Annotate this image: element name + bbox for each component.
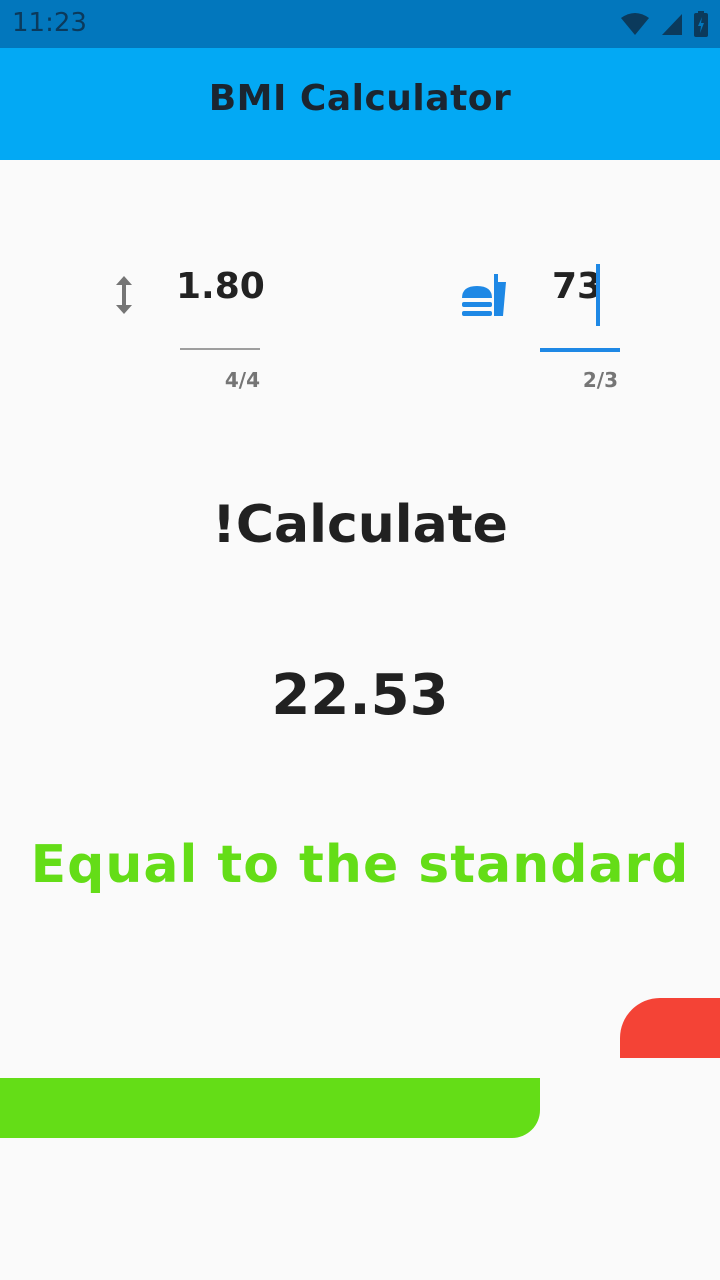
bmi-status-text: Equal to the standard [30, 835, 690, 895]
wifi-icon [621, 13, 649, 35]
signal-icon [662, 14, 682, 35]
status-bar: 11:23 [0, 0, 720, 48]
app-bar: BMI Calculator [0, 48, 720, 160]
bmi-result: 22.53 [271, 662, 449, 728]
height-char-counter: 4/4 [224, 368, 260, 392]
indicator-red-bar [620, 998, 720, 1058]
weight-input-underline [540, 348, 620, 352]
indicator-green-bar [0, 1078, 540, 1138]
app-title: BMI Calculator [208, 77, 512, 119]
status-icons [620, 10, 708, 38]
height-icon [116, 276, 132, 314]
weight-char-counter: 2/3 [582, 368, 618, 392]
fastfood-icon [462, 274, 506, 316]
status-time: 11:23 [12, 8, 87, 38]
text-cursor [596, 264, 600, 326]
calculate-button[interactable]: !Calculate [0, 480, 720, 570]
battery-charging-icon [694, 11, 708, 37]
height-input-underline [180, 348, 260, 350]
height-input[interactable]: 1.80 [176, 266, 265, 316]
